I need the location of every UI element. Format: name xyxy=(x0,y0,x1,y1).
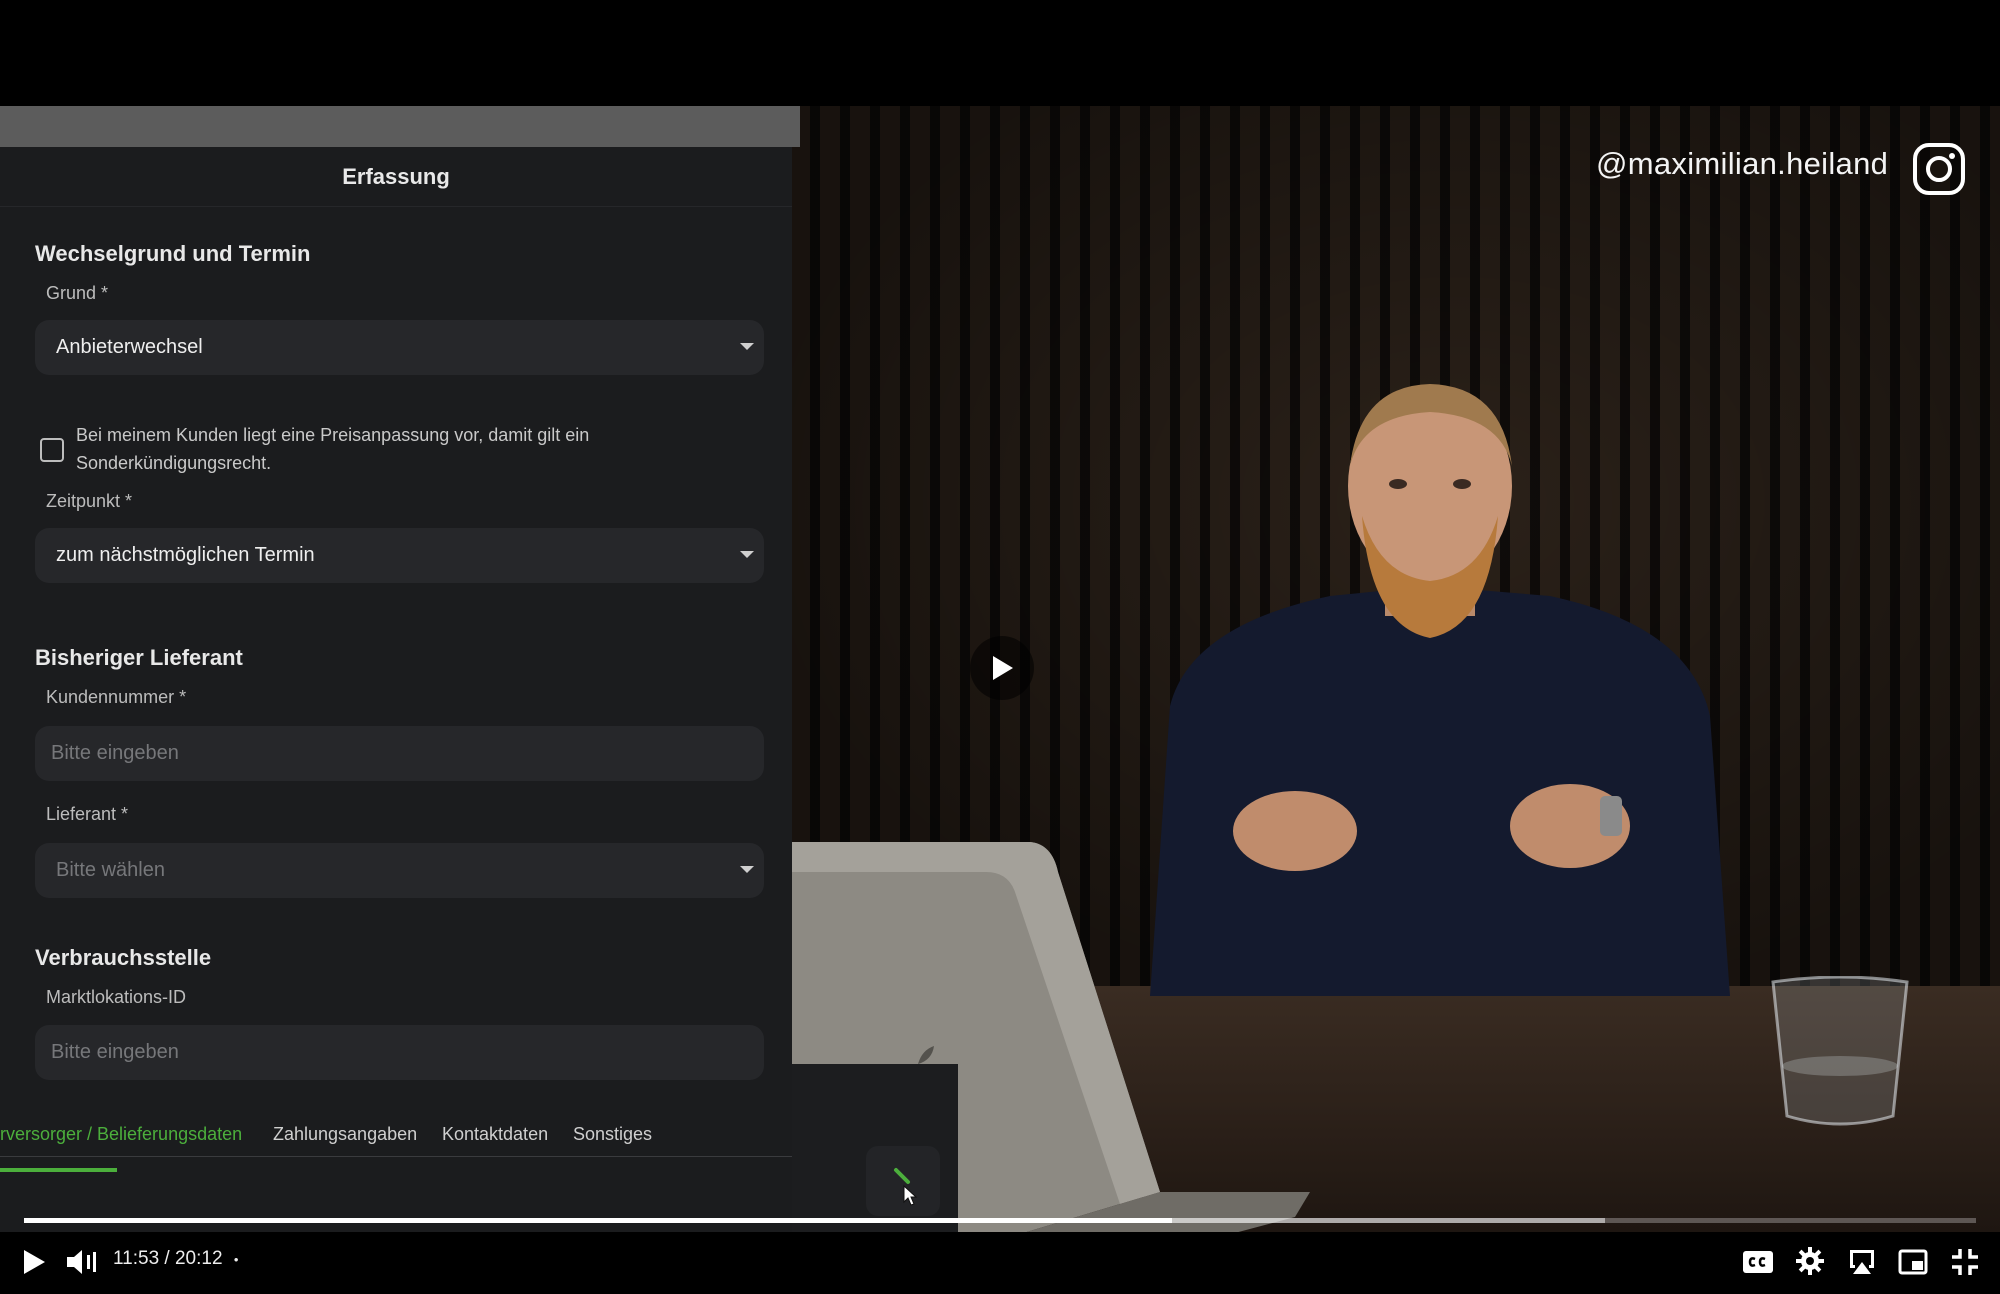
section-title-verbrauchsstelle: Verbrauchsstelle xyxy=(35,945,212,970)
preisanpassung-checkbox[interactable] xyxy=(40,438,64,462)
chevron-down-icon xyxy=(740,866,754,873)
grund-label: Grund * xyxy=(46,283,109,303)
play-icon[interactable] xyxy=(20,1247,48,1277)
time-display: 11:53 / 20:12 • xyxy=(113,1248,239,1269)
progress-played xyxy=(24,1218,1172,1223)
marktlokation-placeholder: Bitte eingeben xyxy=(51,1041,179,1063)
next-step-button[interactable] xyxy=(866,1146,940,1216)
active-tab-indicator xyxy=(0,1168,117,1172)
chevron-down-icon xyxy=(740,343,754,350)
marktlokation-label: Marktlokations-ID xyxy=(46,987,187,1007)
tab-sonstiges[interactable]: Sonstiges xyxy=(573,1124,652,1145)
grund-select[interactable]: Anbieterwechsel xyxy=(35,320,764,375)
section-title-lieferant: Bisheriger Lieferant xyxy=(35,645,243,670)
preisanpassung-checkbox-label[interactable]: Bei meinem Kunden liegt eine Preisanpass… xyxy=(76,421,716,477)
instagram-icon xyxy=(1913,143,1965,195)
erfassung-form: Erfassung Wechselgrund und Termin Grund … xyxy=(0,147,792,1232)
current-time: 11:53 xyxy=(113,1248,160,1269)
marktlokation-input[interactable]: Bitte eingeben xyxy=(35,1025,764,1080)
miniplayer-icon[interactable] xyxy=(1898,1249,1928,1275)
lieferant-select[interactable]: Bitte wählen xyxy=(35,843,764,898)
video-frame[interactable]: @maximilian.heiland Erfassung Wechselgru… xyxy=(0,106,2000,1232)
exit-fullscreen-icon[interactable] xyxy=(1950,1247,1980,1277)
form-header: Erfassung xyxy=(0,147,792,207)
grund-value: Anbieterwechsel xyxy=(56,336,203,358)
play-icon xyxy=(993,656,1013,680)
airplay-icon[interactable] xyxy=(1847,1247,1877,1277)
center-play-button[interactable] xyxy=(970,636,1034,700)
chevron-right-icon xyxy=(894,1168,918,1206)
tab-kontaktdaten[interactable]: Kontaktdaten xyxy=(442,1124,548,1145)
tab-belieferungsdaten[interactable]: rversorger / Belieferungsdaten xyxy=(0,1124,242,1145)
kundennummer-placeholder: Bitte eingeben xyxy=(51,742,179,764)
tab-zahlungsangaben[interactable]: Zahlungsangaben xyxy=(273,1124,417,1145)
zeitpunkt-label: Zeitpunkt * xyxy=(46,491,133,511)
kundennummer-input[interactable]: Bitte eingeben xyxy=(35,726,764,781)
section-title-wechselgrund: Wechselgrund und Termin xyxy=(35,241,311,266)
instagram-handle: @maximilian.heiland xyxy=(1596,146,1889,181)
zeitpunkt-value: zum nächstmöglichen Termin xyxy=(56,544,315,566)
kundennummer-label: Kundennummer * xyxy=(46,687,187,707)
player-control-bar xyxy=(0,1232,2000,1294)
captions-icon[interactable] xyxy=(1742,1249,1774,1275)
settings-gear-icon[interactable] xyxy=(1795,1246,1825,1276)
lieferant-label: Lieferant * xyxy=(46,804,129,824)
lieferant-placeholder: Bitte wählen xyxy=(56,859,165,881)
water-glass xyxy=(1771,976,1909,1126)
duration: 20:12 xyxy=(174,1248,223,1269)
app-top-bar xyxy=(0,106,800,147)
chevron-down-icon xyxy=(740,551,754,558)
zeitpunkt-select[interactable]: zum nächstmöglichen Termin xyxy=(35,528,764,583)
volume-icon[interactable] xyxy=(64,1246,98,1278)
